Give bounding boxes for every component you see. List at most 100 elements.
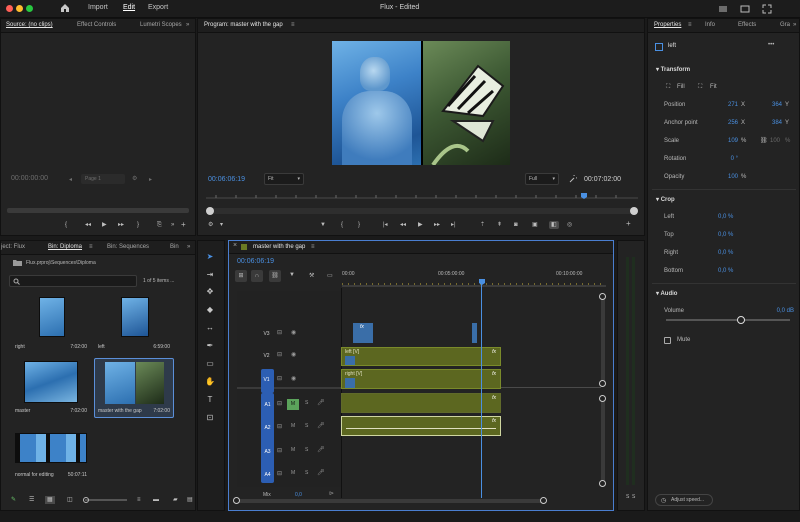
video-vertical-scrollbar[interactable]: [599, 293, 606, 387]
opacity-value[interactable]: 100: [718, 174, 738, 180]
clip-right-v[interactable]: right [V] fx: [341, 369, 501, 389]
sync-lock-icon[interactable]: ⊟: [277, 376, 282, 382]
list-view-icon[interactable]: ☰: [29, 497, 34, 503]
fullscreen-icon[interactable]: [762, 4, 772, 14]
step-back-icon[interactable]: ◂◂: [85, 222, 91, 228]
freeform-view-icon[interactable]: ◫: [67, 497, 73, 503]
play-icon[interactable]: ▶: [418, 222, 423, 228]
fill-icon[interactable]: ⛶: [666, 84, 670, 91]
solo-button[interactable]: S: [305, 424, 308, 429]
bin-thumbnail[interactable]: [15, 433, 87, 463]
mute-button[interactable]: M: [291, 448, 295, 453]
linked-selection-icon[interactable]: ⛓: [269, 270, 281, 282]
eye-icon[interactable]: ◉: [291, 330, 296, 336]
comparison-view-icon[interactable]: ▣: [532, 222, 538, 228]
track-a1[interactable]: A1: [262, 400, 273, 410]
close-window-button[interactable]: [6, 5, 13, 12]
solo-button[interactable]: S: [305, 471, 308, 476]
playhead[interactable]: [481, 283, 482, 498]
settings-icon[interactable]: ⚙: [208, 222, 213, 228]
crop-right-value[interactable]: 0,0 %: [718, 250, 744, 256]
nest-icon[interactable]: ⊞: [235, 270, 247, 282]
zoom-slider-handle[interactable]: [83, 497, 89, 503]
next-page-icon[interactable]: ▸: [149, 176, 152, 183]
mark-in-icon[interactable]: {: [341, 222, 343, 228]
scroll-handle-bottom[interactable]: [599, 380, 606, 387]
bin-thumbnail[interactable]: [24, 361, 78, 403]
mix-value[interactable]: 0,0: [295, 492, 302, 498]
sync-lock-icon[interactable]: ⊟: [277, 424, 282, 430]
ripple-edit-tool-icon[interactable]: ✥: [203, 285, 217, 299]
icon-view-icon[interactable]: ▦: [45, 496, 55, 504]
volume-slider-handle[interactable]: [737, 316, 745, 324]
scale-width[interactable]: 100: [770, 138, 780, 144]
fit-icon[interactable]: ⛶: [698, 84, 702, 91]
position-x[interactable]: 271: [718, 102, 738, 108]
microphone-icon[interactable]: 🎤︎: [317, 470, 325, 476]
message-icon[interactable]: [740, 4, 750, 14]
microphone-icon[interactable]: 🎤︎: [317, 447, 325, 453]
add-marker-icon[interactable]: ▼: [289, 272, 295, 278]
section-crop[interactable]: ▾ Crop: [656, 196, 675, 203]
tab-info[interactable]: Info: [705, 22, 715, 28]
tab-properties[interactable]: Properties: [654, 22, 681, 28]
panel-overflow-icon[interactable]: »: [187, 244, 190, 250]
caption-tool-icon[interactable]: ⊡: [203, 411, 217, 425]
crop-left-value[interactable]: 0,0 %: [718, 214, 744, 220]
proxy-toggle-icon[interactable]: ◧: [549, 221, 559, 229]
mark-out-icon[interactable]: }: [358, 222, 360, 228]
slip-tool-icon[interactable]: ↔: [203, 321, 217, 335]
section-audio[interactable]: ▾ Audio: [656, 290, 677, 297]
zoom-slider[interactable]: [83, 497, 127, 503]
track-a3[interactable]: A3: [262, 447, 273, 457]
eye-icon[interactable]: ◉: [291, 376, 296, 382]
solo-button[interactable]: S: [305, 448, 308, 453]
new-item-icon[interactable]: ▤: [187, 497, 193, 503]
scroll-handle-right[interactable]: [540, 497, 547, 504]
timeline-menu-icon[interactable]: ≡: [311, 244, 315, 250]
scale-value[interactable]: 109: [718, 138, 738, 144]
scroll-handle-left[interactable]: [206, 207, 214, 215]
crop-top-value[interactable]: 0,0 %: [718, 232, 744, 238]
mute-button[interactable]: M: [291, 471, 295, 476]
play-icon[interactable]: ▶: [102, 222, 107, 228]
tab-bin-diploma[interactable]: Bin: Diploma: [48, 244, 82, 250]
camera-icon[interactable]: ◙: [514, 222, 518, 228]
captions-icon[interactable]: ▭: [327, 272, 333, 279]
microphone-icon[interactable]: 🎤︎: [317, 400, 325, 406]
v3-clip-small[interactable]: [472, 323, 477, 343]
mark-in-icon[interactable]: {: [65, 222, 67, 228]
sync-lock-icon[interactable]: ⊟: [277, 401, 282, 407]
anchor-x[interactable]: 256: [718, 120, 738, 126]
fit-label[interactable]: Fit: [710, 84, 717, 90]
minimize-window-button[interactable]: [16, 5, 23, 12]
mix-end-icon[interactable]: ⊳: [329, 491, 334, 497]
extract-icon[interactable]: ⇞: [497, 222, 502, 228]
tab-bin[interactable]: Bin: [170, 244, 179, 250]
mute-button[interactable]: M: [287, 399, 299, 410]
track-v3[interactable]: V3: [261, 329, 272, 339]
volume-rubberband[interactable]: [346, 428, 496, 429]
wrench-icon[interactable]: ⚒: [309, 272, 314, 279]
bin-thumbnail[interactable]: [39, 297, 65, 337]
audio-vertical-scrollbar[interactable]: [599, 395, 606, 487]
program-menu-icon[interactable]: ≡: [291, 22, 295, 28]
eye-icon[interactable]: ◉: [291, 352, 296, 358]
export-frame-icon[interactable]: ⎘: [157, 222, 162, 228]
zoom-window-button[interactable]: [26, 5, 33, 12]
solo-left-label[interactable]: S: [626, 494, 629, 500]
step-forward-icon[interactable]: ▸▸: [434, 222, 440, 228]
fill-label[interactable]: Fill: [677, 84, 685, 90]
program-scrollbar[interactable]: [206, 207, 638, 215]
wrench-icon[interactable]: [569, 175, 577, 183]
mute-checkbox[interactable]: [664, 337, 671, 344]
workspace-icon[interactable]: [718, 4, 728, 14]
anchor-y[interactable]: 384: [762, 120, 782, 126]
lift-icon[interactable]: ⇡: [480, 222, 485, 228]
crop-bottom-value[interactable]: 0,0 %: [718, 268, 744, 274]
marker-icon[interactable]: ▼: [320, 222, 326, 228]
sync-lock-icon[interactable]: ⊟: [277, 330, 282, 336]
scroll-handle-bottom[interactable]: [599, 480, 606, 487]
tab-effect-controls[interactable]: Effect Controls: [77, 22, 116, 28]
tab-bin-sequences[interactable]: Bin: Sequences: [107, 244, 149, 250]
